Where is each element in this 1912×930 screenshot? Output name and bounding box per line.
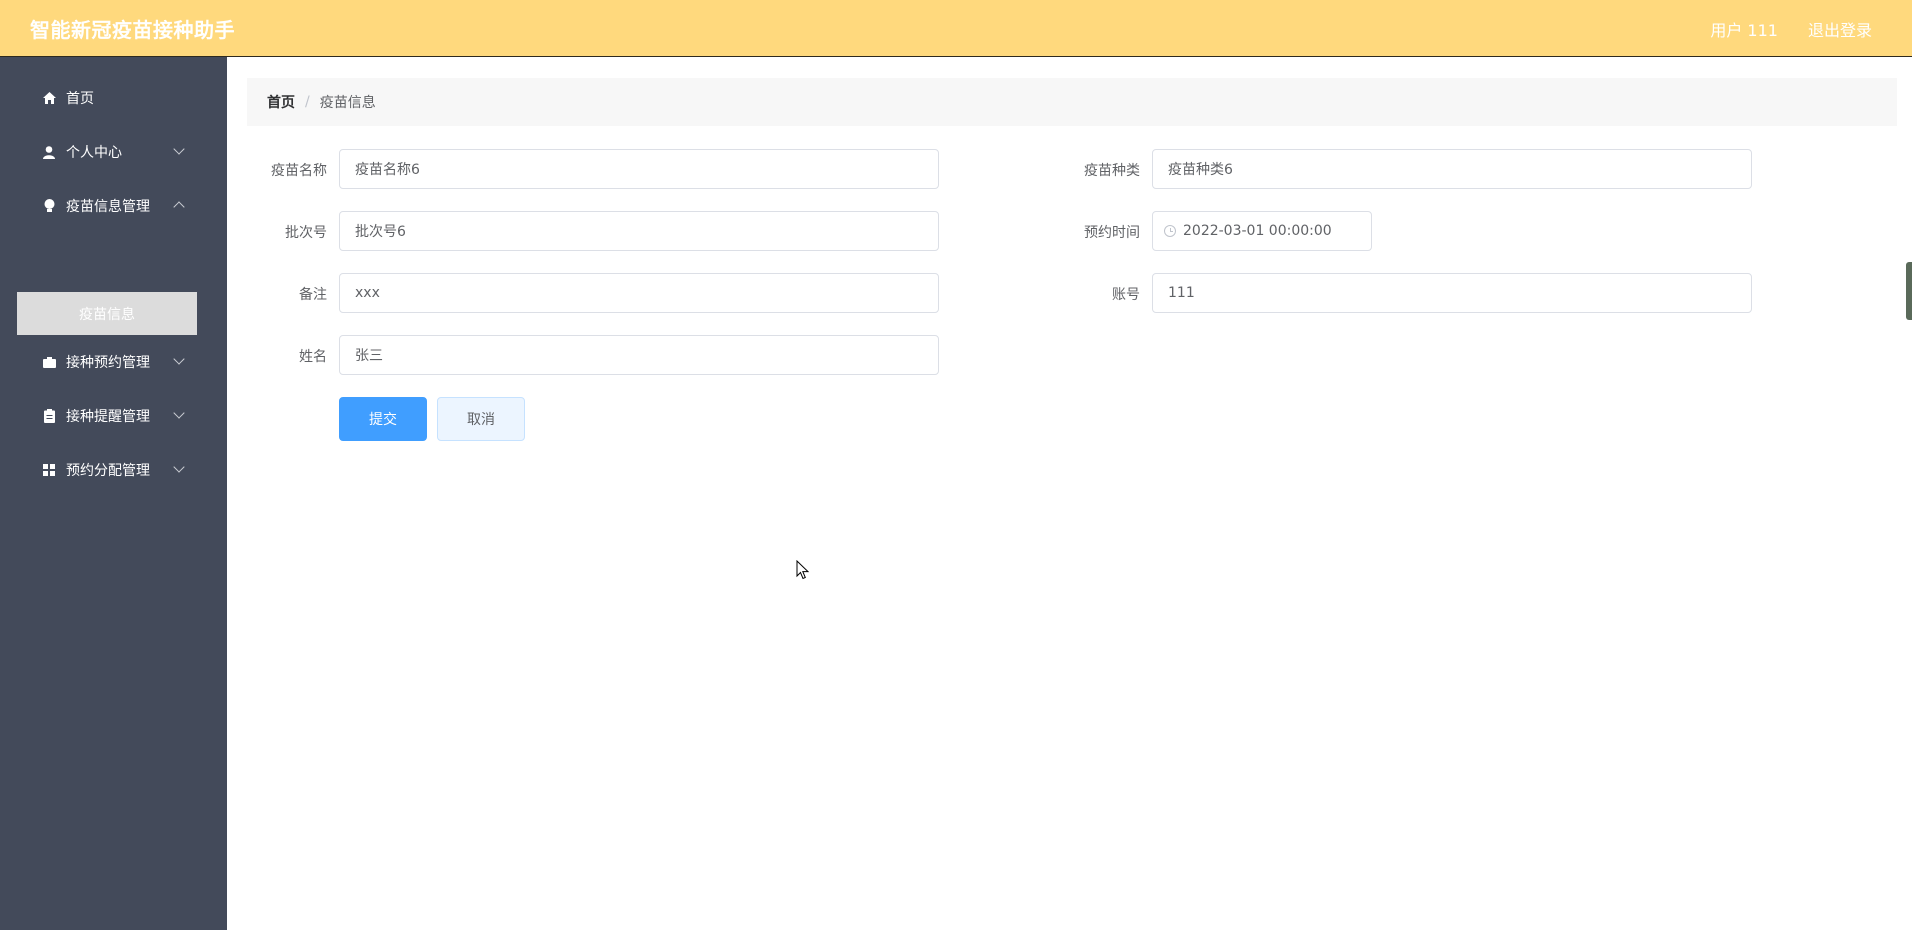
sidebar-item-reminder[interactable]: 接种提醒管理 — [0, 389, 227, 443]
account-input[interactable]: 111 — [1152, 273, 1752, 313]
sidebar-item-label: 疫苗信息管理 — [66, 199, 150, 215]
sidebar: 首页 个人中心 疫苗信息管理 疫苗信息 接种预约管理 接种提醒管理 预约分配管理 — [0, 57, 227, 930]
clock-icon — [1164, 225, 1176, 237]
sidebar-item-home[interactable]: 首页 — [0, 71, 227, 125]
side-handle[interactable] — [1906, 262, 1912, 320]
home-icon — [42, 91, 56, 105]
appointment-time-value: 2022-03-01 00:00:00 — [1183, 223, 1332, 239]
sidebar-item-label: 个人中心 — [66, 145, 122, 161]
chevron-down-icon — [173, 407, 185, 419]
sidebar-item-vaccine-info[interactable]: 疫苗信息管理 — [0, 179, 227, 233]
appointment-time-label: 预约时间 — [1084, 225, 1140, 241]
remark-label: 备注 — [299, 287, 327, 303]
mouse-cursor-icon — [796, 559, 810, 584]
vaccine-name-label: 疫苗名称 — [271, 163, 327, 179]
sidebar-item-allocation[interactable]: 预约分配管理 — [0, 443, 227, 497]
batch-no-label: 批次号 — [285, 225, 327, 241]
sidebar-item-label: 首页 — [66, 91, 94, 107]
sidebar-item-label: 接种提醒管理 — [66, 409, 150, 425]
user-icon — [42, 145, 56, 159]
cancel-button[interactable]: 取消 — [437, 397, 525, 441]
breadcrumb-home[interactable]: 首页 — [267, 92, 295, 112]
app-title: 智能新冠疫苗接种助手 — [30, 18, 235, 42]
vaccine-type-input[interactable]: 疫苗种类6 — [1152, 149, 1752, 189]
name-input[interactable]: 张三 — [339, 335, 939, 375]
sidebar-item-appointment[interactable]: 接种预约管理 — [0, 335, 227, 389]
account-label: 账号 — [1112, 287, 1140, 303]
breadcrumb-current: 疫苗信息 — [319, 95, 376, 111]
breadcrumb: 首页 / 疫苗信息 — [247, 78, 1897, 126]
grid-icon — [42, 463, 56, 477]
clipboard-icon — [42, 409, 56, 423]
name-label: 姓名 — [299, 349, 327, 365]
batch-no-input[interactable]: 批次号6 — [339, 211, 939, 251]
vaccine-type-label: 疫苗种类 — [1084, 163, 1140, 179]
sidebar-item-label: 预约分配管理 — [66, 463, 150, 479]
appointment-time-picker[interactable]: 2022-03-01 00:00:00 — [1152, 211, 1372, 251]
sidebar-item-personal-center[interactable]: 个人中心 — [0, 125, 227, 179]
remark-input[interactable]: xxx — [339, 273, 939, 313]
briefcase-icon — [42, 355, 56, 369]
submit-button[interactable]: 提交 — [339, 397, 427, 441]
logout-link[interactable]: 退出登录 — [1808, 17, 1872, 41]
chevron-up-icon — [173, 201, 185, 213]
chevron-down-icon — [173, 143, 185, 155]
chevron-down-icon — [173, 461, 185, 473]
chevron-down-icon — [173, 353, 185, 365]
sidebar-item-label: 接种预约管理 — [66, 355, 150, 371]
breadcrumb-separator: / — [305, 94, 310, 110]
lightbulb-icon — [42, 199, 56, 213]
vaccine-name-input[interactable]: 疫苗名称6 — [339, 149, 939, 189]
header-actions: 用户 111 退出登录 — [1710, 17, 1872, 41]
sidebar-subitem-vaccine-info[interactable]: 疫苗信息 — [17, 292, 197, 335]
current-user[interactable]: 用户 111 — [1710, 17, 1778, 41]
top-header: 智能新冠疫苗接种助手 用户 111 退出登录 — [0, 0, 1912, 57]
